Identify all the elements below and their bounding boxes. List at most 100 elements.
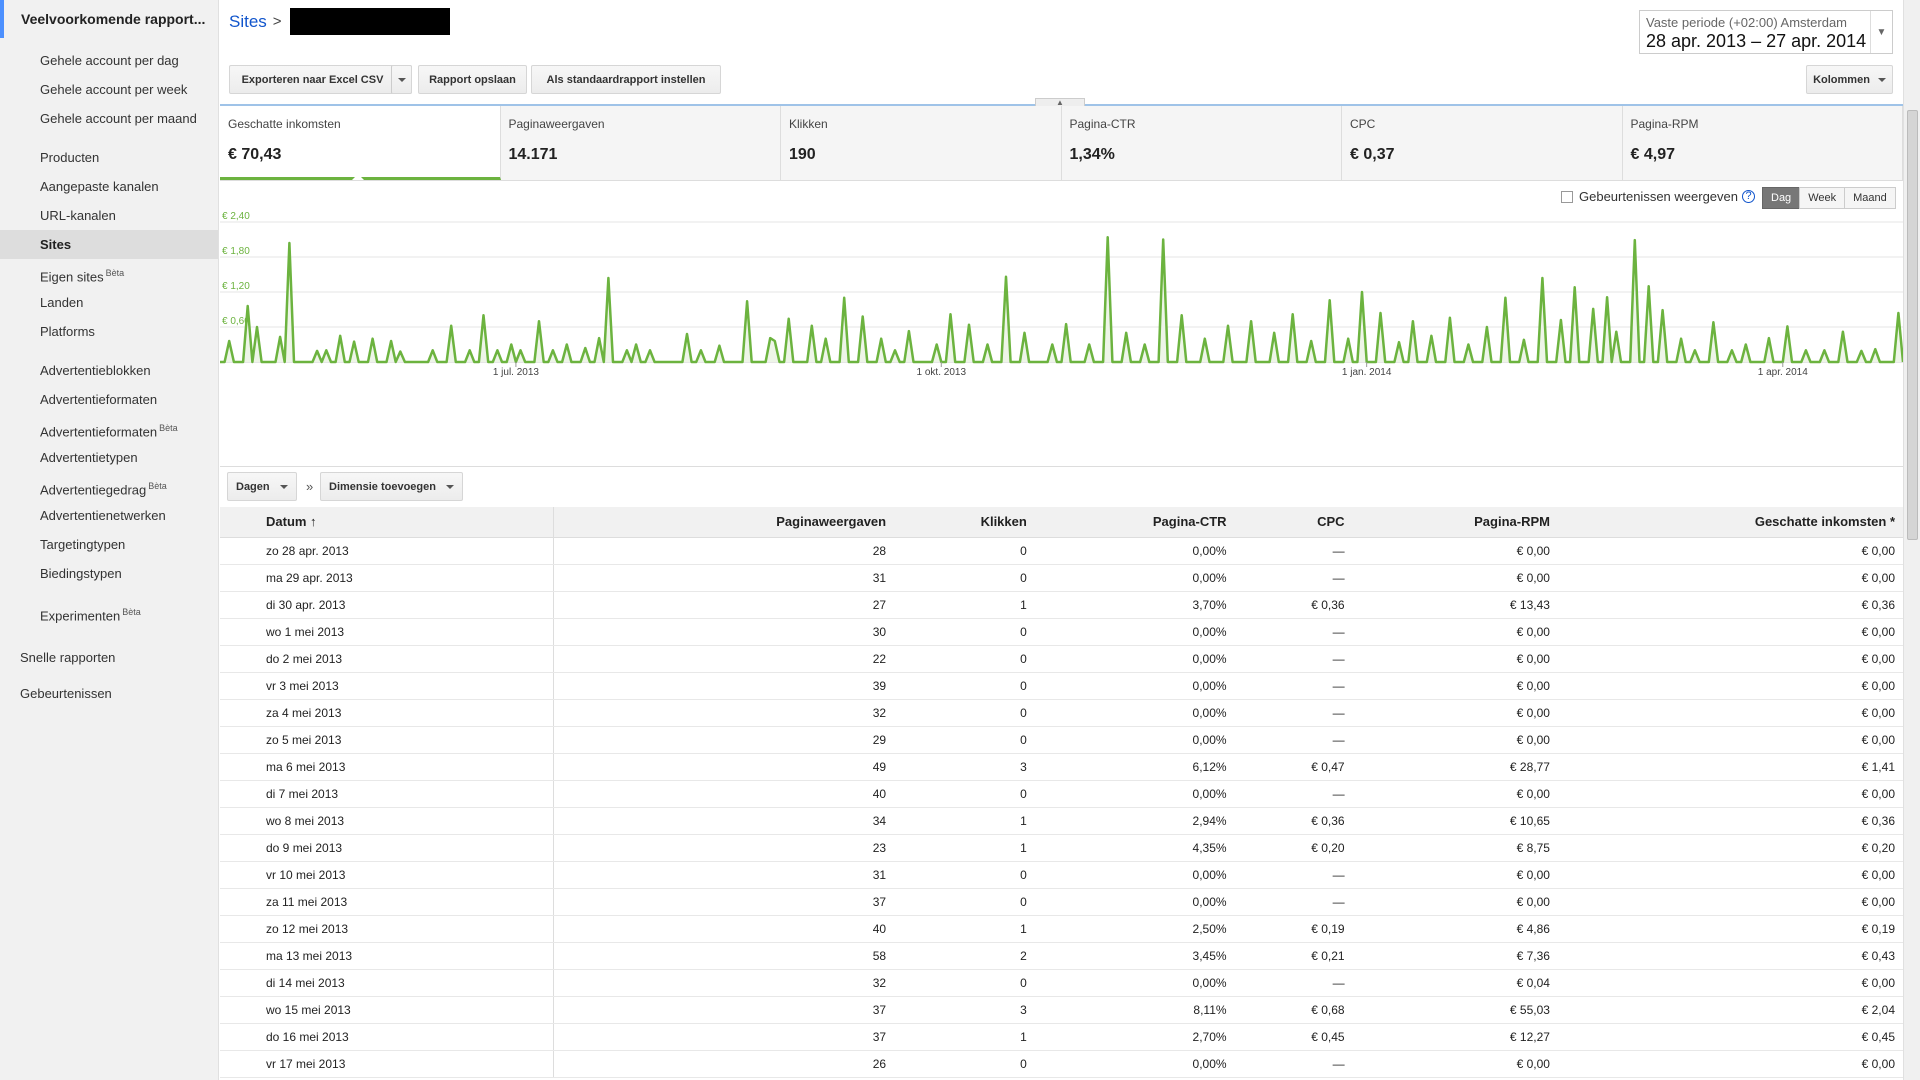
help-icon[interactable]: ? [1742, 190, 1755, 203]
scorecard-label: Pagina-CTR [1069, 117, 1136, 131]
scorecard[interactable]: Geschatte inkomsten € 70,43 [220, 106, 501, 180]
columns-label: Kolommen [1813, 73, 1870, 86]
scorecard[interactable]: Paginaweergaven 14.171 [500, 106, 781, 180]
table-cell: 22 [553, 645, 895, 673]
period-maand-button[interactable]: Maand [1844, 187, 1896, 209]
table-cell: 31 [553, 861, 895, 889]
sidebar-item[interactable]: URL-kanalen [0, 201, 218, 230]
table-cell: € 0,00 [1557, 888, 1903, 916]
chevron-down-icon [279, 484, 288, 489]
sidebar-item[interactable]: Biedingstypen [0, 559, 218, 588]
table-cell: zo 28 apr. 2013 [220, 537, 555, 565]
sidebar-item[interactable]: Gehele account per week [0, 75, 218, 104]
sidebar-item[interactable]: Experimenten Bèta [0, 598, 218, 627]
table-cell: € 0,00 [1352, 1050, 1558, 1078]
export-options-dropdown[interactable] [391, 65, 412, 94]
table-cell: 3,70% [1034, 591, 1235, 619]
table-cell: € 28,77 [1352, 753, 1558, 781]
table-cell: di 30 apr. 2013 [220, 591, 555, 619]
chevron-down-icon[interactable]: ▼ [1870, 11, 1892, 53]
sidebar-item[interactable]: Producten [0, 143, 218, 172]
breadcrumb-sites-link[interactable]: Sites [229, 12, 267, 32]
sidebar-item-events[interactable]: Gebeurtenissen [0, 679, 218, 709]
scrollbar[interactable] [1903, 0, 1920, 1080]
table-cell: € 0,43 [1557, 942, 1903, 970]
period-week-button[interactable]: Week [1799, 187, 1846, 209]
scorecard-label: Paginaweergaven [508, 117, 605, 131]
events-checkbox[interactable] [1561, 190, 1573, 203]
sidebar-item[interactable]: Landen [0, 288, 218, 317]
export-csv-button[interactable]: Exporteren naar Excel CSV [229, 65, 412, 94]
sidebar-item-label: Platforms [40, 324, 95, 339]
table-cell: 0 [894, 699, 1035, 727]
sidebar-item-quick-reports[interactable]: Snelle rapporten [0, 637, 218, 679]
table-cell: 32 [553, 699, 895, 727]
table-cell: 0,00% [1034, 1050, 1235, 1078]
chevron-down-icon [1877, 77, 1886, 82]
scorecard[interactable]: Klikken 190 [781, 106, 1062, 180]
set-default-report-button[interactable]: Als standaardrapport instellen [531, 65, 721, 94]
sidebar-item[interactable]: Targetingtypen [0, 530, 218, 559]
sidebar-item[interactable]: Advertentieblokken [0, 356, 218, 385]
breadcrumb: Sites > [229, 8, 450, 35]
sidebar-item[interactable]: Advertentietypen [0, 443, 218, 472]
table-cell: wo 8 mei 2013 [220, 807, 555, 835]
sidebar-item-label: Gehele account per maand [40, 111, 197, 126]
table-cell: € 0,21 [1234, 942, 1353, 970]
table-cell: 0 [894, 564, 1035, 592]
column-header[interactable]: CPC [1234, 507, 1353, 538]
table-cell: € 0,19 [1234, 915, 1353, 943]
table-row: zo 5 mei 2013 29 0 0,00% — € 0,00 € 0,00 [220, 726, 1903, 754]
sidebar-item[interactable]: Aangepaste kanalen [0, 172, 218, 201]
scorecard-label: CPC [1350, 117, 1376, 131]
save-report-label: Rapport opslaan [429, 73, 516, 86]
sidebar-item-label: Advertentienetwerken [40, 508, 166, 523]
column-header[interactable]: Pagina-CTR [1034, 507, 1235, 538]
scorecard[interactable]: Pagina-CTR 1,34% [1061, 106, 1342, 180]
period-dag-button[interactable]: Dag [1762, 187, 1801, 209]
sidebar-item[interactable]: Eigen sites Bèta [0, 259, 218, 288]
dimension-dropdown[interactable]: Dagen [227, 472, 297, 501]
save-report-button[interactable]: Rapport opslaan [418, 65, 527, 94]
columns-button[interactable]: Kolommen [1806, 65, 1893, 94]
table-cell: 1 [894, 591, 1035, 619]
sidebar-item[interactable]: Platforms [0, 317, 218, 346]
column-header[interactable]: Datum ↑ [220, 507, 555, 538]
table-cell: 0 [894, 1050, 1035, 1078]
scorecard-list: Geschatte inkomsten € 70,43 Paginaweergave… [220, 106, 1903, 180]
sidebar-item[interactable]: Advertentieformaten Bèta [0, 414, 218, 443]
sidebar: Veelvoorkomende rapport... Gehele accoun… [0, 0, 219, 1080]
column-header[interactable]: Paginaweergaven [553, 507, 895, 538]
table-cell: — [1234, 645, 1353, 673]
table-cell: 1 [894, 915, 1035, 943]
sidebar-item[interactable]: Sites [0, 230, 218, 259]
sidebar-header[interactable]: Veelvoorkomende rapport... [0, 0, 218, 38]
sidebar-group-spacer [0, 588, 218, 598]
scorecard[interactable]: CPC € 0,37 [1342, 106, 1623, 180]
scrollbar-thumb[interactable] [1907, 110, 1918, 540]
column-header[interactable]: Pagina-RPM [1352, 507, 1558, 538]
column-header[interactable]: Geschatte inkomsten * [1557, 507, 1903, 538]
table-cell: — [1234, 726, 1353, 754]
scorecard-value: 190 [789, 146, 816, 163]
table-cell: € 0,00 [1557, 672, 1903, 700]
sidebar-item-label: Biedingstypen [40, 566, 122, 581]
sidebar-item[interactable]: Advertentieformaten [0, 385, 218, 414]
table-cell: € 0,00 [1352, 564, 1558, 592]
add-dimension-dropdown[interactable]: Dimensie toevoegen [320, 472, 463, 501]
table-cell: € 0,00 [1557, 699, 1903, 727]
scorecard-value: € 0,37 [1350, 146, 1395, 163]
table-cell: 6,12% [1034, 753, 1235, 781]
sidebar-item[interactable]: Advertentiegedrag Bèta [0, 472, 218, 501]
table-cell: 40 [553, 915, 895, 943]
table-cell: 34 [553, 807, 895, 835]
column-header[interactable]: Klikken [894, 507, 1035, 538]
sidebar-item[interactable]: Advertentienetwerken [0, 501, 218, 530]
scorecard[interactable]: Pagina-RPM € 4,97 [1622, 106, 1903, 180]
sidebar-item-label: Experimenten [40, 608, 121, 624]
sidebar-item[interactable]: Gehele account per maand [0, 104, 218, 133]
sidebar-item[interactable]: Gehele account per dag [0, 46, 218, 75]
table-cell: € 2,04 [1557, 996, 1903, 1024]
date-range-picker[interactable]: Vaste periode (+02:00) Amsterdam 28 apr.… [1639, 10, 1893, 54]
events-toggle[interactable]: Gebeurtenissen weergeven ? [1561, 189, 1755, 204]
